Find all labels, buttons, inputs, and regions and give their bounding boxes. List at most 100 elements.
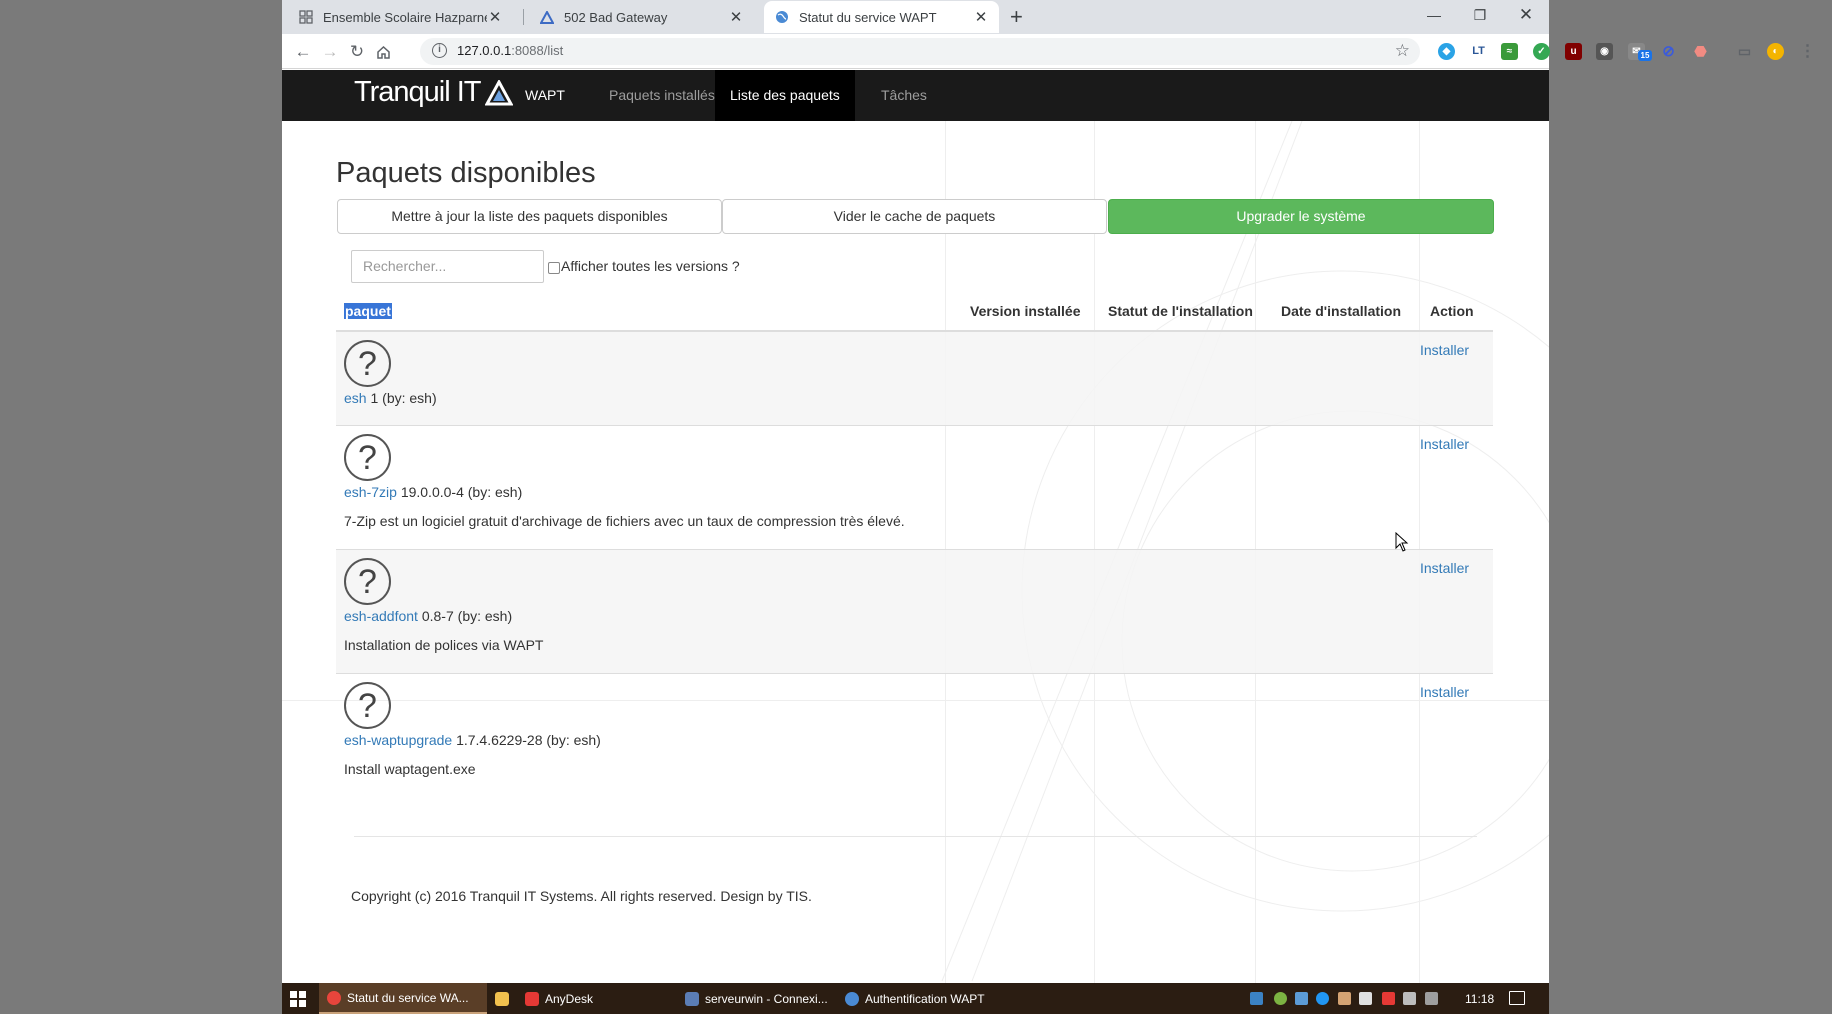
- taskbar-item-explorer[interactable]: [487, 983, 517, 1014]
- nav-package-list[interactable]: Liste des paquets: [715, 70, 855, 121]
- extension-cast-green-icon[interactable]: ≈: [1501, 43, 1518, 60]
- taskbar-item-anydesk[interactable]: AnyDesk: [517, 983, 677, 1014]
- table-row: ? esh-7zip 19.0.0.0-4 (by: esh) 7-Zip es…: [336, 425, 1493, 549]
- profile-avatar-icon[interactable]: ◐: [1767, 43, 1784, 60]
- info-icon[interactable]: i: [432, 43, 447, 58]
- tray-gear-icon[interactable]: [1274, 992, 1287, 1005]
- close-icon[interactable]: ✕: [487, 8, 503, 26]
- column-header-action[interactable]: Action: [1430, 303, 1474, 319]
- tray-device-icon[interactable]: [1359, 992, 1372, 1005]
- back-icon[interactable]: ←: [292, 41, 314, 63]
- footer-copyright: Copyright (c) 2016 Tranquil IT Systems. …: [351, 888, 812, 904]
- package-name-link[interactable]: esh-waptupgrade: [344, 732, 452, 748]
- tray-anydesk-icon[interactable]: [1382, 992, 1395, 1005]
- window-close-icon[interactable]: ✕: [1503, 0, 1549, 30]
- close-icon[interactable]: ✕: [728, 8, 744, 26]
- new-tab-icon[interactable]: +: [1010, 6, 1023, 28]
- tranquil-triangle-icon: [539, 9, 555, 25]
- maximize-icon[interactable]: ❐: [1457, 0, 1503, 30]
- extension-badge: 15: [1638, 50, 1652, 61]
- notification-icon[interactable]: [1509, 991, 1525, 1005]
- package-name-link[interactable]: esh: [344, 390, 367, 406]
- column-header-installed-version[interactable]: Version installée: [970, 303, 1081, 319]
- nav-wapt[interactable]: WAPT: [510, 70, 580, 121]
- unknown-package-icon: ?: [344, 340, 391, 387]
- globe-icon: [845, 991, 859, 1006]
- tab-title: 502 Bad Gateway: [564, 9, 668, 25]
- taskbar-item-remote[interactable]: serveurwin - Connexi...: [677, 983, 837, 1014]
- reload-icon[interactable]: ↻: [346, 41, 368, 63]
- windows-start-icon[interactable]: [290, 991, 306, 1007]
- remote-desktop-icon: [685, 991, 699, 1006]
- install-link[interactable]: Installer: [1420, 684, 1469, 700]
- extension-eye-icon[interactable]: ◉: [1596, 43, 1613, 60]
- install-link[interactable]: Installer: [1420, 560, 1469, 576]
- extension-pink-icon[interactable]: ⬣: [1692, 43, 1709, 60]
- taskbar-clock[interactable]: 11:18: [1465, 992, 1494, 1006]
- extension-diamond-icon[interactable]: ◆: [1438, 43, 1455, 60]
- taskbar-item-auth-wapt[interactable]: Authentification WAPT: [837, 983, 997, 1014]
- show-all-versions-label: Afficher toutes les versions ?: [561, 258, 740, 274]
- unknown-package-icon: ?: [344, 434, 391, 481]
- close-icon[interactable]: ✕: [973, 8, 989, 26]
- package-name-link[interactable]: esh-addfont: [344, 608, 418, 624]
- update-list-button[interactable]: Mettre à jour la liste des paquets dispo…: [337, 199, 722, 234]
- extension-lt-icon[interactable]: LT: [1470, 43, 1487, 60]
- block-icon[interactable]: ⊘: [1660, 43, 1677, 60]
- mouse-cursor-icon: [1395, 532, 1409, 552]
- table-row: ? esh-addfont 0.8-7 (by: esh) Installati…: [336, 549, 1493, 673]
- tray-drive-icon[interactable]: [1295, 992, 1308, 1005]
- tray-volume-icon[interactable]: [1425, 992, 1438, 1005]
- install-link[interactable]: Installer: [1420, 436, 1469, 452]
- install-link[interactable]: Installer: [1420, 342, 1469, 358]
- table-row: ? esh-waptupgrade 1.7.4.6229-28 (by: esh…: [336, 673, 1493, 797]
- tray-pen-icon[interactable]: [1338, 992, 1351, 1005]
- globe-icon: [774, 9, 790, 25]
- browser-window: Ensemble Scolaire Hazparne : de ✕ 502 Ba…: [282, 0, 1816, 1014]
- cast-icon[interactable]: ▭: [1736, 43, 1753, 60]
- minimize-icon[interactable]: —: [1411, 0, 1457, 30]
- tab-bad-gateway[interactable]: 502 Bad Gateway ✕: [529, 1, 754, 33]
- package-info: esh-waptupgrade 1.7.4.6229-28 (by: esh): [344, 732, 601, 748]
- page-title: Paquets disponibles: [336, 157, 596, 189]
- show-all-versions-checkbox[interactable]: [548, 262, 560, 274]
- tranquil-triangle-icon: [484, 79, 513, 105]
- tray-network-icon[interactable]: [1250, 992, 1263, 1005]
- column-header-install-status[interactable]: Statut de l'installation: [1108, 303, 1253, 319]
- address-bar[interactable]: i 127.0.0.1:8088/list ☆: [420, 38, 1420, 65]
- ublock-icon[interactable]: u: [1565, 43, 1582, 60]
- taskbar-item-chrome[interactable]: Statut du service WA...: [319, 983, 487, 1014]
- tab-title: Ensemble Scolaire Hazparne : de: [323, 9, 487, 25]
- anydesk-icon: [525, 991, 539, 1006]
- tab-title: Statut du service WAPT: [799, 9, 937, 25]
- package-info: esh-7zip 19.0.0.0-4 (by: esh): [344, 484, 523, 500]
- package-description: 7-Zip est un logiciel gratuit d'archivag…: [344, 513, 905, 529]
- column-header-install-date[interactable]: Date d'installation: [1281, 303, 1401, 319]
- search-input[interactable]: Rechercher...: [351, 250, 544, 283]
- brand-text: Tranquil IT: [354, 76, 482, 108]
- tray-teamviewer-icon[interactable]: [1316, 992, 1329, 1005]
- url-text: 127.0.0.1:8088/list: [457, 43, 564, 58]
- tab-ensemble-scolaire[interactable]: Ensemble Scolaire Hazparne : de ✕: [288, 1, 513, 33]
- home-icon[interactable]: [372, 41, 394, 63]
- package-name-link[interactable]: esh-7zip: [344, 484, 397, 500]
- forward-icon[interactable]: →: [319, 41, 341, 63]
- tab-statut-wapt[interactable]: Statut du service WAPT ✕: [764, 1, 999, 33]
- upgrade-system-button[interactable]: Upgrader le système: [1108, 199, 1494, 234]
- nav-tasks[interactable]: Tâches: [866, 70, 942, 121]
- clear-cache-button[interactable]: Vider le cache de paquets: [722, 199, 1107, 234]
- folder-icon: [495, 991, 509, 1006]
- brand-logo[interactable]: Tranquil IT: [354, 76, 513, 109]
- nav-installed-packages[interactable]: Paquets installés: [594, 70, 730, 121]
- tab-bar: Ensemble Scolaire Hazparne : de ✕ 502 Ba…: [282, 0, 1549, 34]
- unknown-package-icon: ?: [344, 558, 391, 605]
- bookmark-star-icon[interactable]: ☆: [1395, 41, 1410, 61]
- browser-toolbar: ← → ↻ i 127.0.0.1:8088/list ☆ ◆ LT ≈ ✓ u…: [282, 34, 1816, 69]
- extension-green-icon[interactable]: ✓: [1533, 43, 1550, 60]
- tray-wifi-icon[interactable]: [1403, 992, 1416, 1005]
- menu-dots-icon[interactable]: ⋮: [1799, 43, 1816, 60]
- package-description: Installation de polices via WAPT: [344, 637, 544, 653]
- site-navbar: Tranquil IT WAPT Paquets installés Liste…: [282, 70, 1549, 121]
- unknown-package-icon: ?: [344, 682, 391, 729]
- column-header-package[interactable]: paquet: [344, 303, 392, 319]
